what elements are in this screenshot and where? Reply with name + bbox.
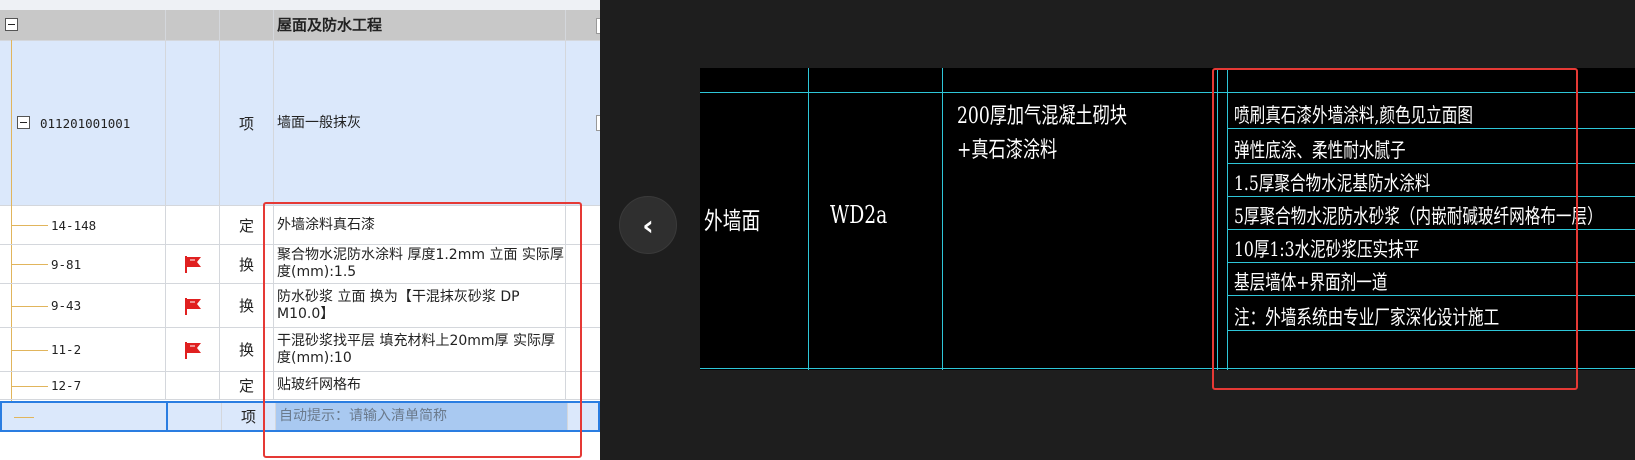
flag-icon [184,341,201,359]
highlight-box [263,202,582,458]
cad-material-line: 200厚加气混凝土砌块 [957,104,1128,129]
cad-viewer: ‹ 外墙面 WD2a 200厚加气混凝土砌块 +真石漆涂料 喷刷真石漆外墙涂料,… [600,0,1635,460]
highlight-box [1212,68,1578,390]
flag-icon [184,256,201,273]
cad-wall-label: 外墙面 [704,207,761,235]
cad-line [942,68,943,370]
item-type: 项 [220,41,274,205]
list-item-row[interactable]: 011201001001 项 墙面一般抹灰 [0,41,600,206]
back-button[interactable]: ‹ [619,196,677,254]
quota-grid: 屋面及防水工程 011201001001 项 墙面一般抹灰 14-148 定 外… [0,0,600,460]
section-name: 屋面及防水工程 [274,10,566,40]
cad-material-line: +真石漆涂料 [957,138,1058,163]
section-row[interactable]: 屋面及防水工程 [0,10,600,41]
cad-line [808,68,809,370]
flag-icon [184,297,201,315]
cad-code-label: WD2a [830,201,888,229]
collapse-toggle-section[interactable] [5,18,18,31]
item-name: 墙面一般抹灰 [274,41,566,205]
collapse-toggle-item[interactable] [17,116,30,129]
chevron-left-icon: ‹ [642,208,654,242]
